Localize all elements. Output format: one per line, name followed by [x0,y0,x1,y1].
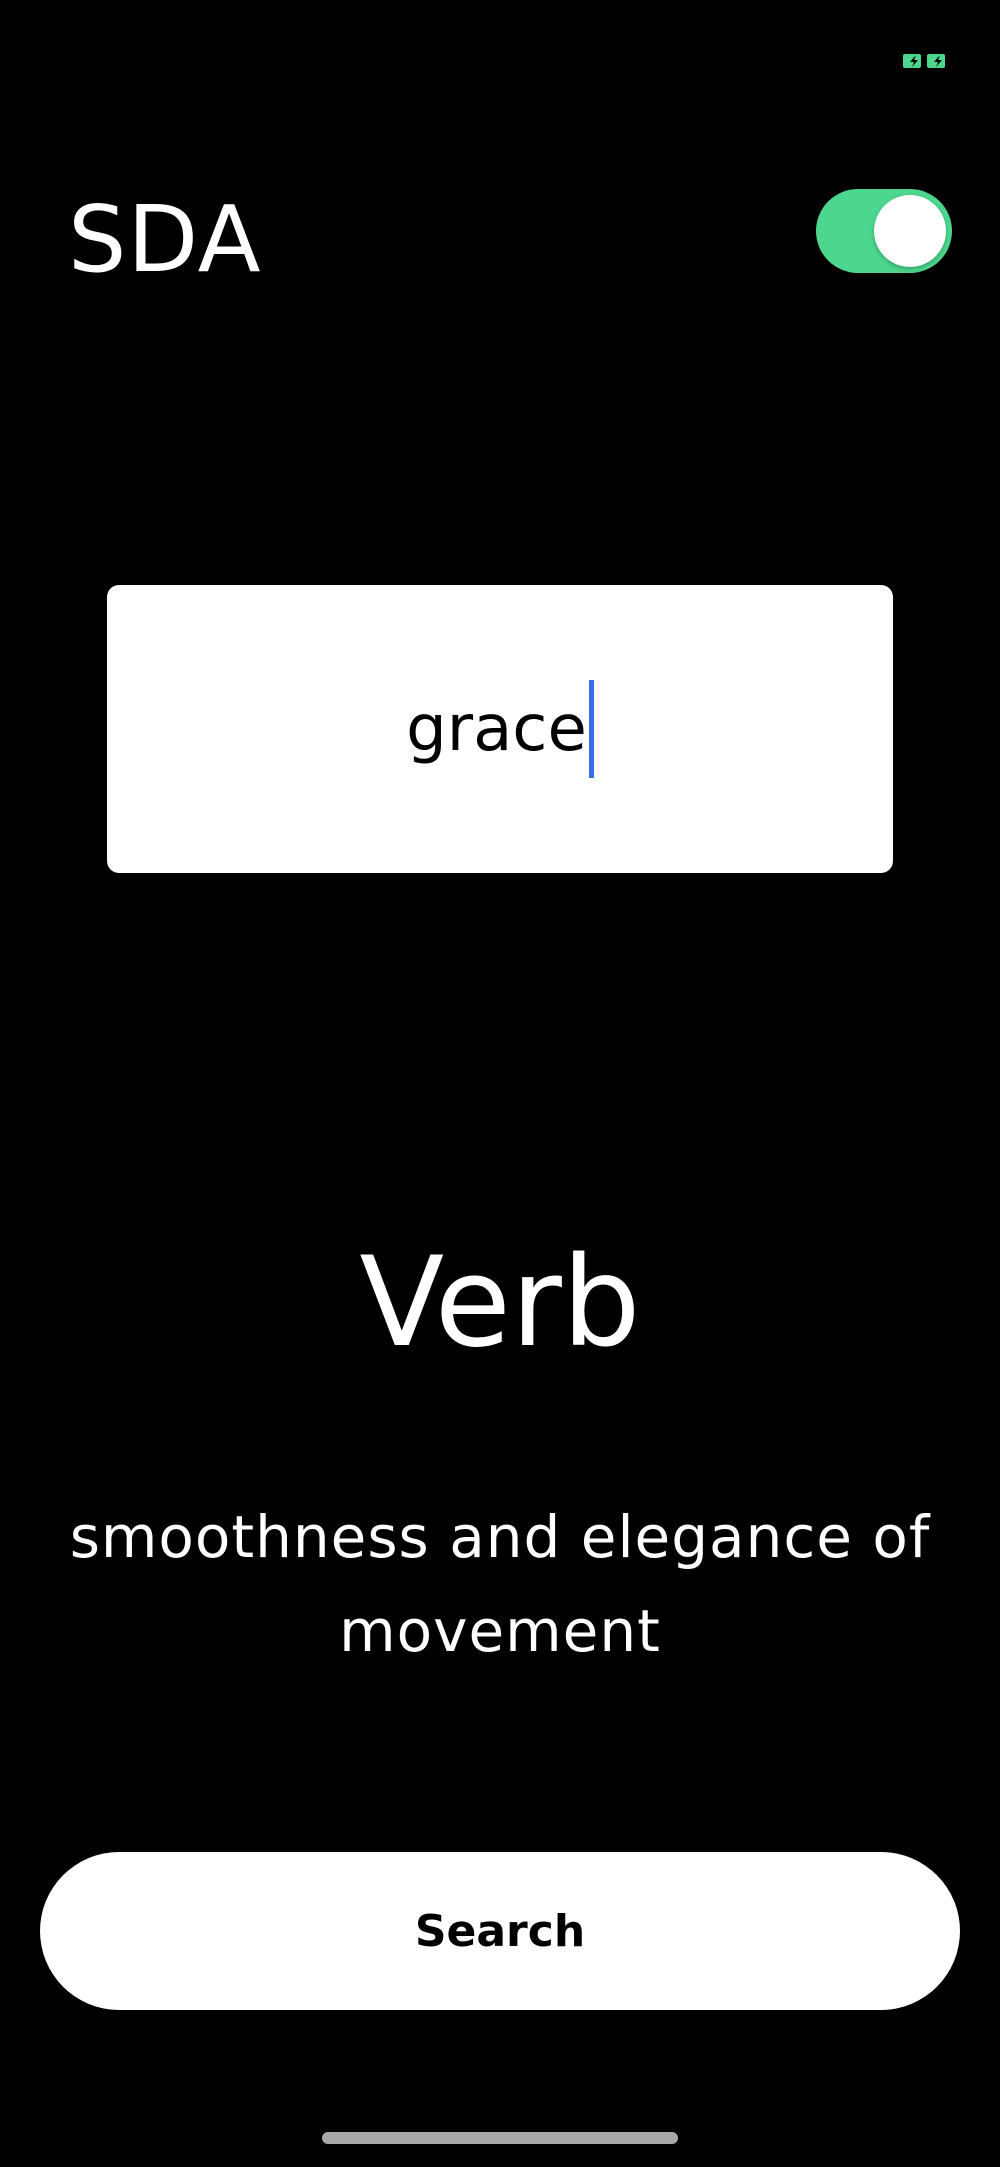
search-button-label: Search [414,1905,586,1957]
dark-mode-toggle[interactable] [816,189,952,273]
word-input-value: grace [406,692,587,766]
home-indicator[interactable] [322,2132,678,2144]
battery-charging-icon [903,54,945,68]
app-screen: SDA grace Verb smoothness and elegance o… [0,0,1000,2167]
toggle-knob [874,195,946,267]
part-of-speech: Verb [359,1231,641,1375]
word-input-field[interactable]: grace [107,585,893,873]
text-caret [588,680,594,778]
app-title: SDA [68,186,262,293]
definition-text: smoothness and elegance of movement [69,1503,931,1665]
search-button[interactable]: Search [40,1852,960,2010]
word-input-inner: grace [406,680,594,778]
